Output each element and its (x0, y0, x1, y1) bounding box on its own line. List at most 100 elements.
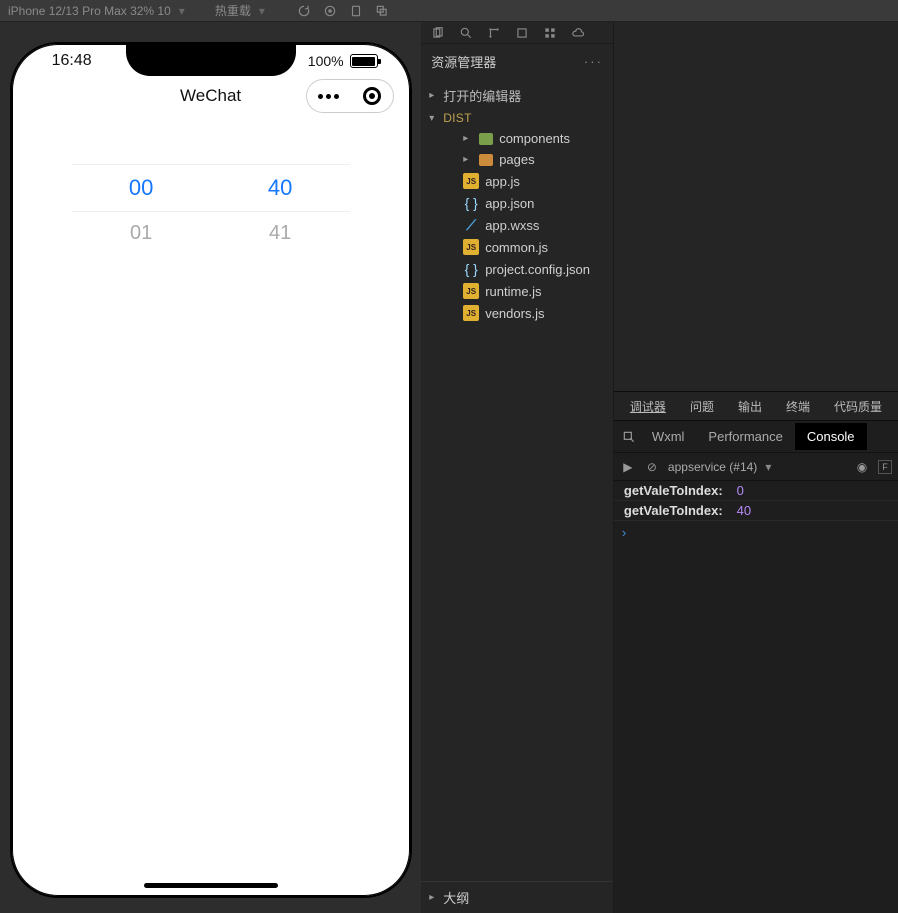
js-file-icon: JS (463, 283, 479, 299)
devtools-tab-1[interactable]: 问题 (680, 392, 724, 421)
phone-notch (126, 42, 296, 76)
folder-icon (479, 133, 493, 145)
compile-mode[interactable]: 热重载 (215, 2, 251, 19)
devtools-outer-tabs: 调试器问题输出终端代码质量 (614, 391, 898, 421)
devtools-tab-2[interactable]: 输出 (728, 392, 772, 421)
js-file-icon: JS (463, 173, 479, 189)
folder-pages[interactable]: ▸ pages (421, 149, 613, 170)
explorer-panel: 资源管理器 ··· ▸ 打开的编辑器 ▾ DIST ▸components▸pa… (421, 22, 614, 913)
devtools-tab-3[interactable]: 终端 (776, 392, 820, 421)
time-picker[interactable]: 00 40 01 41 (72, 164, 350, 255)
battery-icon (350, 54, 378, 68)
copy-panel-icon[interactable] (429, 24, 447, 42)
file-common-js[interactable]: JS common.js (421, 236, 613, 258)
chevron-down-icon: ▾ (429, 113, 439, 124)
file-project-config-json[interactable]: { } project.config.json (421, 258, 613, 280)
file-app-js[interactable]: JS app.js (421, 170, 613, 192)
devtools-inner-tabs: WxmlPerformanceConsole (614, 421, 898, 453)
box-icon[interactable] (513, 24, 531, 42)
record-icon[interactable] (321, 2, 339, 20)
root-folder-label: DIST (443, 111, 472, 125)
battery-text: 100% (308, 53, 344, 69)
picker-row-active[interactable]: 00 40 (72, 164, 350, 212)
chevron-right-icon: ▸ (463, 133, 473, 144)
play-icon[interactable]: ▶ (620, 459, 636, 475)
console-value: 40 (737, 503, 751, 518)
file-label: vendors.js (485, 306, 544, 321)
devtools-tab-0[interactable]: 调试器 (620, 392, 676, 421)
eye-icon[interactable]: ◉ (854, 459, 870, 475)
file-label: app.json (485, 196, 534, 211)
chevron-right-icon: ▸ (463, 154, 473, 165)
file-app-wxss[interactable]: ⟋ app.wxss (421, 214, 613, 236)
chevron-right-icon: ▸ (429, 90, 439, 101)
console-line-1: getValeToIndex: 40 (614, 501, 898, 521)
folder-label: pages (499, 152, 534, 167)
cloud-icon[interactable] (569, 24, 587, 42)
file-label: project.config.json (485, 262, 590, 277)
js-file-icon: JS (463, 239, 479, 255)
chevron-right-icon: ▸ (429, 892, 439, 903)
file-vendors-js[interactable]: JS vendors.js (421, 302, 613, 324)
explorer-title: 资源管理器 (431, 52, 496, 71)
search-icon[interactable] (457, 24, 475, 42)
device-selector[interactable]: iPhone 12/13 Pro Max 32% 10 (8, 4, 171, 18)
console-key: getValeToIndex: (624, 483, 723, 498)
more-icon[interactable] (318, 94, 339, 99)
console-output: getValeToIndex: 0 getValeToIndex: 40 (614, 481, 898, 521)
js-file-icon: JS (463, 305, 479, 321)
devtools-tab-4[interactable]: 代码质量 (824, 392, 892, 421)
close-target-icon[interactable] (363, 87, 381, 105)
console-toolbar: ▶ ⊘ appservice (#14) ▾ ◉ F (614, 453, 898, 481)
console-context[interactable]: appservice (#14) (668, 460, 757, 474)
wxss-file-icon: ⟋ (463, 217, 479, 233)
simulator-pane: 16:48 100% WeChat 00 40 (0, 22, 421, 913)
explorer-more-icon[interactable]: ··· (584, 54, 603, 69)
inspect-icon[interactable] (618, 430, 640, 444)
console-value: 0 (737, 483, 744, 498)
file-label: common.js (485, 240, 548, 255)
devtools-panel: 调试器问题输出终端代码质量 WxmlPerformanceConsole ▶ ⊘… (614, 22, 898, 913)
console-key: getValeToIndex: (624, 503, 723, 518)
console-empty (614, 544, 898, 913)
outline-label: 大纲 (443, 888, 469, 907)
json-file-icon: { } (463, 261, 479, 277)
open-editors-section[interactable]: ▸ 打开的编辑器 (421, 83, 613, 108)
chevron-down-icon[interactable]: ▾ (765, 460, 771, 474)
outline-section[interactable]: ▸ 大纲 (421, 882, 613, 913)
mini-program-nav: WeChat (12, 70, 410, 122)
root-folder[interactable]: ▾ DIST (421, 108, 613, 128)
status-time: 16:48 (52, 52, 92, 70)
home-indicator (144, 883, 278, 888)
capsule-button[interactable] (306, 79, 394, 113)
folder-components[interactable]: ▸components (421, 128, 613, 149)
nav-title: WeChat (180, 86, 241, 106)
file-label: app.wxss (485, 218, 539, 233)
picker-col-0-active[interactable]: 00 (129, 175, 153, 201)
file-tree: ▸components▸pagesJSapp.js{ }app.json⟋app… (421, 128, 613, 324)
top-toolbar: iPhone 12/13 Pro Max 32% 10 ▾ 热重载 ▾ (0, 0, 898, 22)
picker-col-1-active[interactable]: 40 (268, 175, 292, 201)
console-line-0: getValeToIndex: 0 (614, 481, 898, 501)
open-editors-label: 打开的编辑器 (443, 86, 521, 105)
picker-row-next[interactable]: 01 41 (72, 212, 350, 255)
filter-icon[interactable]: F (878, 460, 892, 474)
file-label: runtime.js (485, 284, 541, 299)
file-label: app.js (485, 174, 520, 189)
phone-frame: 16:48 100% WeChat 00 40 (10, 42, 412, 898)
picker-col-1-next[interactable]: 41 (269, 222, 291, 245)
clear-icon[interactable]: ⊘ (644, 459, 660, 475)
picker-col-0-next[interactable]: 01 (130, 222, 152, 245)
branch-icon[interactable] (485, 24, 503, 42)
devtools-inner-tab-console[interactable]: Console (795, 423, 867, 450)
devtools-inner-tab-performance[interactable]: Performance (696, 423, 794, 450)
refresh-icon[interactable] (295, 2, 313, 20)
file-runtime-js[interactable]: JS runtime.js (421, 280, 613, 302)
windows-icon[interactable] (373, 2, 391, 20)
console-prompt[interactable]: › (614, 521, 898, 544)
grid-icon[interactable] (541, 24, 559, 42)
file-app-json[interactable]: { }app.json (421, 192, 613, 214)
devtools-inner-tab-wxml[interactable]: Wxml (640, 423, 697, 450)
clipboard-icon[interactable] (347, 2, 365, 20)
explorer-header: 资源管理器 ··· (421, 44, 613, 79)
